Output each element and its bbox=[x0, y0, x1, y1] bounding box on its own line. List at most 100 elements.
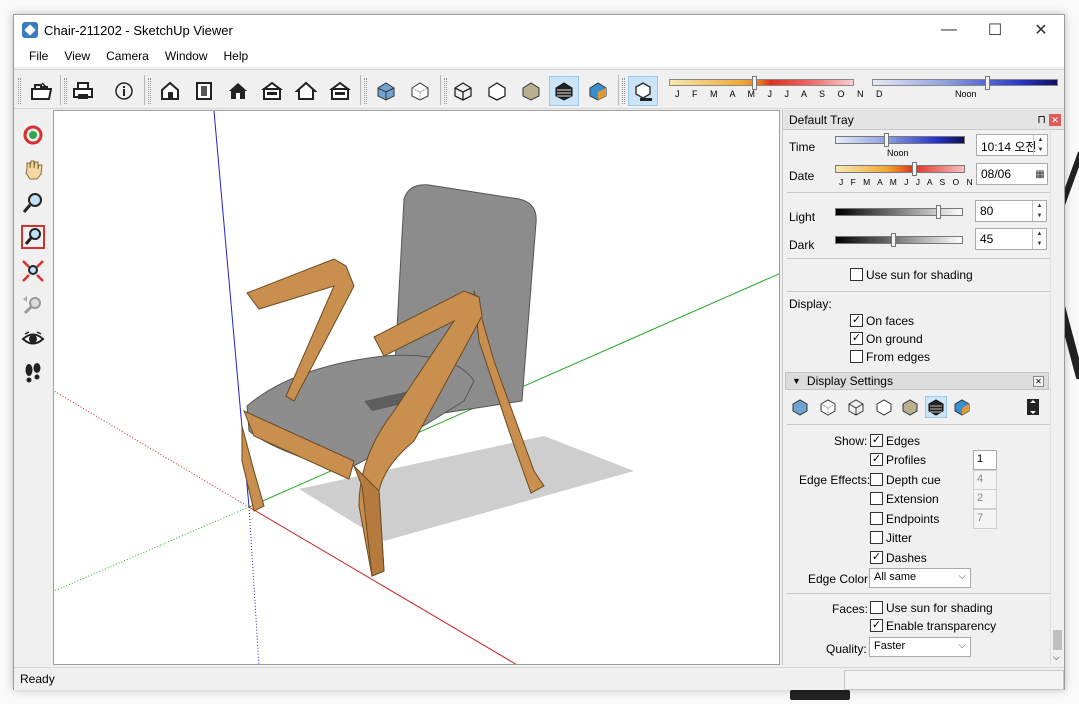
ds-shaded-textures-button[interactable] bbox=[925, 396, 947, 418]
endpoints-checkbox[interactable] bbox=[870, 512, 883, 525]
toolbar-date-thumb[interactable] bbox=[752, 76, 757, 90]
menu-help[interactable]: Help bbox=[216, 49, 257, 63]
back-view-button[interactable] bbox=[291, 76, 321, 106]
display-settings-close-icon[interactable]: ✕ bbox=[1033, 376, 1044, 387]
ds-hidden-line-button[interactable] bbox=[873, 396, 895, 418]
on-faces-checkbox[interactable]: ✓ bbox=[850, 314, 863, 327]
open-file-button[interactable] bbox=[26, 76, 56, 106]
ds-monochrome-button[interactable] bbox=[951, 396, 973, 418]
dark-slider-thumb[interactable] bbox=[891, 233, 896, 247]
on-ground-checkbox[interactable]: ✓ bbox=[850, 332, 863, 345]
edges-checkbox[interactable]: ✓ bbox=[870, 434, 883, 447]
zoom-extents-tool[interactable] bbox=[18, 256, 48, 286]
display-settings-header[interactable]: ▼ Display Settings ✕ bbox=[785, 372, 1049, 390]
toolbar-grip[interactable] bbox=[148, 78, 151, 104]
depth-cue-input[interactable]: 4 bbox=[973, 470, 997, 490]
from-edges-checkbox[interactable] bbox=[850, 350, 863, 363]
menu-view[interactable]: View bbox=[56, 49, 98, 63]
left-view-button[interactable] bbox=[325, 76, 355, 106]
time-stepper[interactable]: ▲ ▼ bbox=[1033, 135, 1047, 155]
quality-select[interactable]: Faster ⌵ bbox=[869, 637, 971, 657]
time-slider[interactable] bbox=[835, 133, 965, 147]
calendar-icon[interactable]: ▦ bbox=[1033, 164, 1047, 184]
profiles-checkbox[interactable]: ✓ bbox=[870, 453, 883, 466]
chair-model[interactable] bbox=[241, 184, 634, 577]
tray-scroll-thumb[interactable] bbox=[1053, 630, 1062, 650]
walk-tool[interactable] bbox=[18, 358, 48, 388]
menu-camera[interactable]: Camera bbox=[98, 49, 157, 63]
date-slider[interactable] bbox=[835, 162, 965, 176]
front-view-button[interactable] bbox=[223, 76, 253, 106]
toolbar-time-slider[interactable] bbox=[872, 76, 1058, 90]
look-around-tool[interactable] bbox=[18, 324, 48, 354]
shadows-toggle-button[interactable] bbox=[628, 76, 658, 106]
ds-shaded-button[interactable] bbox=[899, 396, 921, 418]
light-input[interactable]: 80 ▲ ▼ bbox=[975, 200, 1047, 222]
previous-view-tool[interactable] bbox=[18, 290, 48, 320]
toolbar-grip[interactable] bbox=[64, 78, 67, 104]
endpoints-input[interactable]: 7 bbox=[973, 509, 997, 529]
orbit-tool[interactable] bbox=[18, 120, 48, 150]
toolbar-grip[interactable] bbox=[444, 78, 447, 104]
extension-checkbox[interactable] bbox=[870, 492, 883, 505]
ds-back-edges-button[interactable] bbox=[817, 396, 839, 418]
toolbar-grip[interactable] bbox=[18, 78, 21, 104]
tray-close-icon[interactable]: ✕ bbox=[1049, 114, 1061, 126]
ds-xray-button[interactable] bbox=[789, 396, 811, 418]
model-info-button[interactable] bbox=[109, 76, 139, 106]
down-icon[interactable]: ▼ bbox=[1037, 213, 1043, 219]
collapse-triangle-icon[interactable]: ▼ bbox=[792, 376, 801, 386]
toolbar-time-thumb[interactable] bbox=[985, 76, 990, 90]
shaded-textures-button[interactable] bbox=[549, 76, 579, 106]
dark-input[interactable]: 45 ▲ ▼ bbox=[975, 228, 1047, 250]
down-icon[interactable]: ▼ bbox=[1037, 241, 1043, 247]
up-icon[interactable]: ▲ bbox=[1037, 231, 1043, 237]
tray-pin-icon[interactable]: ⊓ bbox=[1037, 113, 1046, 126]
back-edges-button[interactable] bbox=[405, 76, 435, 106]
ds-wireframe-button[interactable] bbox=[845, 396, 867, 418]
time-input[interactable]: 10:14 오전 ▲ ▼ bbox=[976, 134, 1048, 156]
depth-cue-checkbox[interactable] bbox=[870, 473, 883, 486]
extension-input[interactable]: 2 bbox=[973, 489, 997, 509]
print-button[interactable] bbox=[68, 76, 98, 106]
top-view-button[interactable] bbox=[189, 76, 219, 106]
tray-scrollbar[interactable]: ⌵ bbox=[1050, 130, 1064, 665]
transparency-checkbox[interactable]: ✓ bbox=[870, 619, 883, 632]
jitter-checkbox[interactable] bbox=[870, 531, 883, 544]
date-slider-thumb[interactable] bbox=[912, 162, 917, 176]
faces-use-sun-checkbox[interactable] bbox=[870, 601, 883, 614]
up-icon[interactable]: ▲ bbox=[1038, 137, 1044, 143]
hidden-line-button[interactable] bbox=[482, 76, 512, 106]
ds-panel-menu-button[interactable] bbox=[1025, 396, 1041, 418]
down-icon[interactable]: ▼ bbox=[1038, 147, 1044, 153]
light-slider[interactable] bbox=[835, 205, 963, 219]
model-viewport[interactable] bbox=[53, 110, 780, 665]
xray-button[interactable] bbox=[371, 76, 401, 106]
shaded-button[interactable] bbox=[516, 76, 546, 106]
menu-window[interactable]: Window bbox=[157, 49, 216, 63]
use-sun-checkbox[interactable] bbox=[850, 268, 863, 281]
zoom-window-tool[interactable] bbox=[18, 222, 48, 252]
pan-tool[interactable] bbox=[18, 154, 48, 184]
dark-slider[interactable] bbox=[835, 233, 963, 247]
viewport-scene[interactable] bbox=[54, 111, 780, 665]
time-slider-thumb[interactable] bbox=[884, 133, 889, 147]
edge-color-select[interactable]: All same ⌵ bbox=[869, 568, 971, 588]
iso-view-button[interactable] bbox=[155, 76, 185, 106]
profiles-width-input[interactable]: 1 bbox=[973, 450, 997, 470]
dashes-checkbox[interactable]: ✓ bbox=[870, 551, 883, 564]
date-input[interactable]: 08/06 ▦ bbox=[976, 163, 1048, 185]
close-button[interactable]: ✕ bbox=[1018, 15, 1064, 45]
up-icon[interactable]: ▲ bbox=[1037, 203, 1043, 209]
minimize-button[interactable]: — bbox=[926, 15, 972, 45]
menu-file[interactable]: File bbox=[21, 49, 56, 63]
toolbar-date-slider[interactable] bbox=[669, 76, 854, 90]
maximize-button[interactable]: ☐ bbox=[972, 15, 1018, 45]
toolbar-grip[interactable] bbox=[622, 78, 625, 104]
zoom-tool[interactable] bbox=[18, 188, 48, 218]
dark-stepper[interactable]: ▲ ▼ bbox=[1032, 229, 1046, 249]
monochrome-button[interactable] bbox=[583, 76, 613, 106]
wireframe-button[interactable] bbox=[448, 76, 478, 106]
right-view-button[interactable] bbox=[257, 76, 287, 106]
light-stepper[interactable]: ▲ ▼ bbox=[1032, 201, 1046, 221]
